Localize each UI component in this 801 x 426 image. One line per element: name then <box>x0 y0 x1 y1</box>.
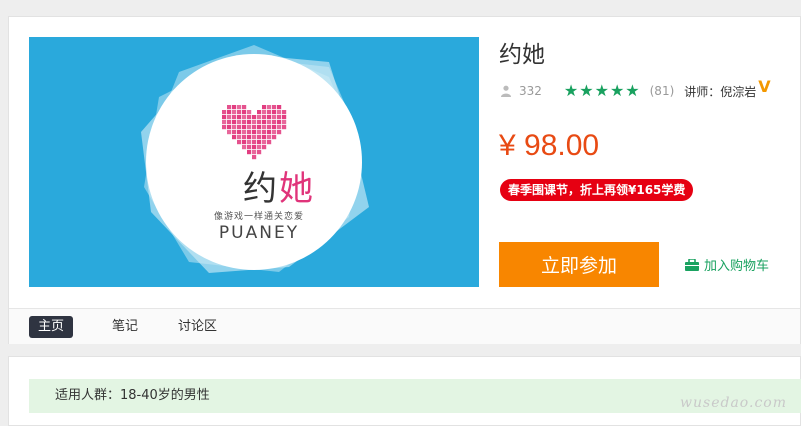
add-to-cart-link[interactable]: 加入购物车 <box>685 255 769 274</box>
star-icon: ★ <box>609 81 625 100</box>
verified-v-icon: V <box>758 77 771 96</box>
course-info-panel: 适用人群：18-40岁的男性 <box>8 356 801 426</box>
add-to-cart-label: 加入购物车 <box>704 259 770 274</box>
tab-home[interactable]: 主页 <box>29 316 74 338</box>
course-price: ¥ 98.00 <box>499 129 600 162</box>
teacher-link[interactable]: 讲师：倪淙岩 <box>684 83 756 100</box>
watermark: wusedao.com <box>680 395 787 411</box>
rating-count: (81) <box>649 84 675 98</box>
star-icon: ★ <box>594 81 609 100</box>
cover-logo-char: 约 <box>243 169 279 209</box>
course-cover-image[interactable]: 约她 像游戏一样通关恋爱 PUANEY <box>29 37 479 287</box>
promo-badge[interactable]: 春季围课节，折上再领¥165学费 <box>500 179 694 201</box>
course-tabs: 主页 笔记 讨论区 <box>9 308 800 344</box>
cover-logo-english: PUANEY <box>218 223 300 243</box>
cover-logo-title: 约她 <box>219 172 339 206</box>
tab-notes[interactable]: 笔记 <box>103 316 147 338</box>
star-icon: ★ <box>579 81 594 100</box>
tab-discussion[interactable]: 讨论区 <box>169 316 226 338</box>
rating-stars: ★ ★ ★ ★ ★ <box>564 83 641 99</box>
cart-icon <box>685 258 699 271</box>
cover-logo-accent-char: 她 <box>279 169 315 209</box>
course-meta: 332 ★ ★ ★ ★ ★ (81) 讲师：倪淙岩 V <box>501 77 771 100</box>
star-icon: ★ <box>563 81 579 100</box>
user-icon <box>501 85 511 97</box>
student-count: 332 <box>519 84 542 98</box>
course-title: 约她 <box>499 42 545 68</box>
star-icon: ★ <box>625 81 640 100</box>
join-button[interactable]: 立即参加 <box>499 242 659 287</box>
cover-graphic <box>141 45 369 273</box>
cover-logo-subtitle: 像游戏一样通关恋爱 <box>213 212 304 222</box>
course-card: 约她 像游戏一样通关恋爱 PUANEY 约她 332 ★ ★ ★ ★ ★ (81… <box>8 16 801 344</box>
